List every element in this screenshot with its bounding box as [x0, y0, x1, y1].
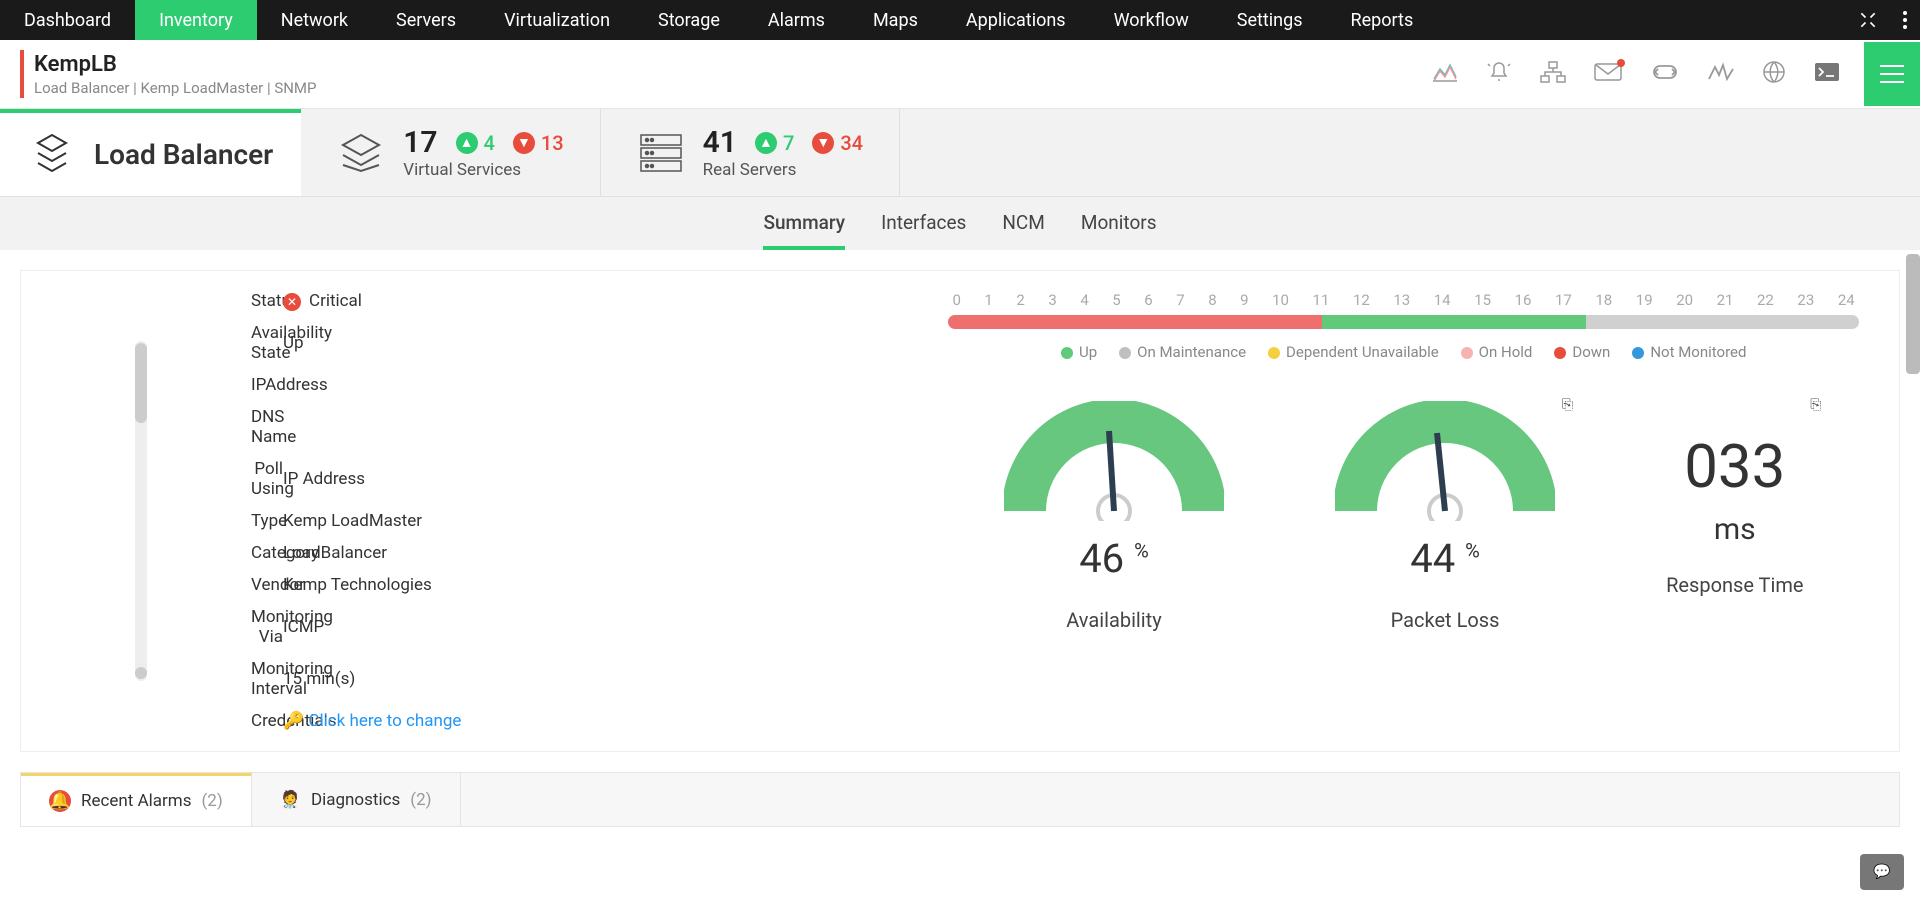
nav-workflow[interactable]: Workflow: [1090, 0, 1213, 40]
tab-ncm[interactable]: NCM: [1002, 211, 1045, 250]
nav-storage[interactable]: Storage: [634, 0, 744, 40]
status-stripe: [20, 50, 24, 98]
nav-maps[interactable]: Maps: [849, 0, 942, 40]
globe-icon[interactable]: [1762, 60, 1786, 88]
virtual-label: Virtual Services: [403, 160, 563, 180]
alarm-icon: 🔔: [49, 790, 71, 812]
diagnostics-icon: 🧑‍⚕️: [280, 790, 301, 810]
topology-icon[interactable]: [1540, 61, 1566, 87]
row-label: Type: [251, 511, 283, 531]
timeline-legend: Up On Maintenance Dependent Unavailable …: [948, 343, 1859, 361]
gauge-response: ⎘ 033 ms Response Time: [1666, 401, 1803, 632]
real-count: 41: [703, 125, 737, 160]
row-label: Vendor: [251, 575, 283, 595]
real-servers-card[interactable]: 41 ▲7 ▼34 Real Servers: [601, 109, 900, 196]
row-label: Poll Using: [251, 459, 283, 499]
row-label: Monitoring Interval: [251, 659, 283, 699]
gauge-packetloss: ⎘ 44 % Packet Loss: [1335, 401, 1555, 632]
chat-icon[interactable]: 💬: [1860, 854, 1904, 890]
timeline-hours: 0123456789101112131415161718192021222324: [948, 291, 1859, 309]
row-label: Category: [251, 543, 283, 563]
row-value: 🔑 Click here to change: [283, 711, 908, 731]
row-label: Availability State: [251, 323, 283, 363]
row-label: Monitoring Via: [251, 607, 283, 647]
nav-virtualization[interactable]: Virtualization: [480, 0, 634, 40]
real-down: ▼34: [812, 131, 863, 155]
hamburger-button[interactable]: [1864, 42, 1920, 106]
stats-row: Load Balancer 17 ▲4 ▼13 Virtual Services…: [0, 109, 1920, 197]
top-nav: Dashboard Inventory Network Servers Virt…: [0, 0, 1920, 40]
tab-diagnostics[interactable]: 🧑‍⚕️ Diagnostics (2): [252, 773, 461, 826]
nav-reports[interactable]: Reports: [1327, 0, 1438, 40]
device-subtitle: Load Balancer | Kemp LoadMaster | SNMP: [34, 79, 317, 97]
mail-icon[interactable]: [1594, 62, 1622, 86]
collapse-icon[interactable]: [1846, 0, 1890, 40]
servers-icon: [637, 131, 685, 175]
row-value: IP Address: [283, 469, 908, 489]
critical-icon: ✕: [283, 293, 301, 311]
threshold-icon[interactable]: ⎘: [1810, 397, 1821, 413]
metrics-column: 0123456789101112131415161718192021222324…: [908, 291, 1859, 731]
virtual-up: ▲4: [456, 131, 495, 155]
loop-icon[interactable]: [1650, 63, 1680, 85]
chart-icon[interactable]: [1432, 61, 1458, 87]
device-header: KempLB Load Balancer | Kemp LoadMaster |…: [0, 40, 1920, 109]
nav-network[interactable]: Network: [257, 0, 372, 40]
nav-inventory[interactable]: Inventory: [135, 0, 257, 40]
row-value: Up: [283, 333, 908, 353]
row-value: ICMP: [283, 617, 908, 637]
nav-settings[interactable]: Settings: [1213, 0, 1327, 40]
row-value: Kemp LoadMaster: [283, 511, 908, 531]
load-balancer-card[interactable]: Load Balancer: [0, 109, 301, 196]
row-value: LoadBalancer: [283, 543, 908, 563]
lb-title: Load Balancer: [94, 138, 273, 171]
summary-panel: Status ✕Critical Availability State Up I…: [20, 270, 1900, 752]
row-value: ✕Critical: [283, 291, 908, 311]
details-table: Status ✕Critical Availability State Up I…: [31, 291, 908, 731]
device-title: KempLB: [34, 52, 317, 77]
tab-recent-alarms[interactable]: 🔔 Recent Alarms (2): [21, 773, 252, 826]
row-label: DNS Name: [251, 407, 283, 447]
virtual-count: 17: [403, 125, 437, 160]
availability-timeline[interactable]: [948, 315, 1859, 329]
key-icon: 🔑: [283, 711, 304, 731]
real-up: ▲7: [755, 131, 794, 155]
real-label: Real Servers: [703, 160, 863, 180]
terminal-icon[interactable]: [1814, 62, 1840, 86]
credentials-link[interactable]: Click here to change: [308, 711, 461, 731]
nav-alarms[interactable]: Alarms: [744, 0, 849, 40]
row-label: Status: [251, 291, 283, 311]
bottom-tabs: 🔔 Recent Alarms (2) 🧑‍⚕️ Diagnostics (2): [20, 772, 1900, 827]
virtual-services-card[interactable]: 17 ▲4 ▼13 Virtual Services: [301, 109, 600, 196]
tab-summary[interactable]: Summary: [763, 211, 845, 250]
row-value: 15 min(s): [283, 669, 908, 689]
row-label: Credentials: [251, 711, 283, 731]
pulse-icon[interactable]: [1708, 62, 1734, 86]
gauge-availability: 46 % Availability: [1004, 401, 1224, 632]
virtual-down: ▼13: [513, 131, 564, 155]
row-label: IPAddress: [251, 375, 283, 395]
threshold-icon[interactable]: ⎘: [1562, 397, 1573, 413]
nav-servers[interactable]: Servers: [372, 0, 480, 40]
kebab-icon[interactable]: [1890, 0, 1920, 40]
subtabs: Summary Interfaces NCM Monitors: [0, 197, 1920, 250]
details-scrollbar[interactable]: [31, 341, 251, 681]
nav-dashboard[interactable]: Dashboard: [0, 0, 135, 40]
bell-icon[interactable]: [1486, 60, 1512, 88]
row-value: Kemp Technologies: [283, 575, 908, 595]
layers-icon: [337, 129, 385, 177]
nav-applications[interactable]: Applications: [942, 0, 1090, 40]
tab-monitors[interactable]: Monitors: [1081, 211, 1157, 250]
page-scrollbar[interactable]: [1906, 254, 1920, 374]
tab-interfaces[interactable]: Interfaces: [881, 211, 966, 250]
load-balancer-icon: [28, 131, 76, 179]
